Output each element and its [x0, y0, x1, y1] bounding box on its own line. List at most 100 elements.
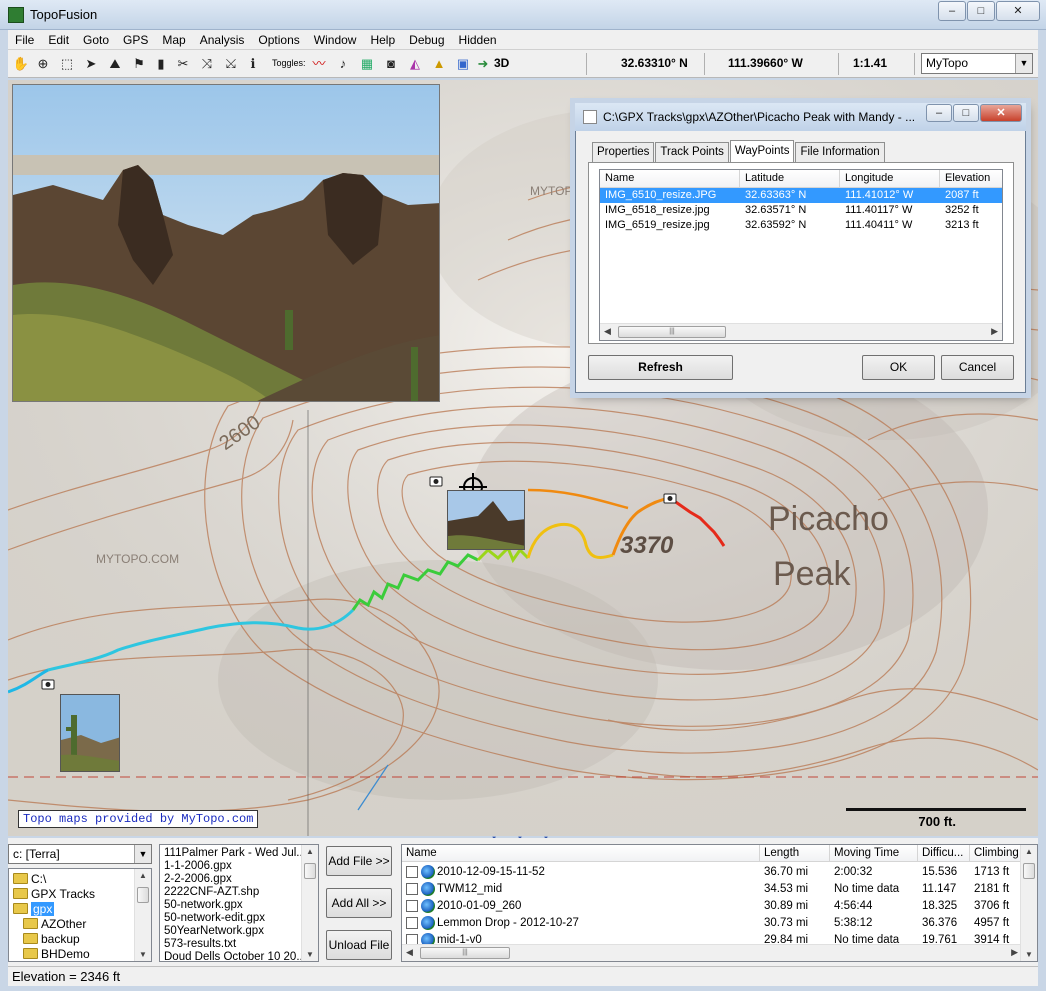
arrow-icon[interactable]: ➜: [474, 55, 492, 73]
track-table-hscrollbar[interactable]: ◀ ||| ▶: [402, 944, 1022, 961]
menu-debug[interactable]: Debug: [402, 33, 451, 47]
folder-tree[interactable]: C:\ GPX Tracks gpx AZOther backup BHDemo…: [8, 868, 152, 962]
tab-properties[interactable]: Properties: [592, 142, 655, 162]
list-item[interactable]: Doud Dells October 10 20...: [164, 951, 306, 961]
tab-track-points[interactable]: Track Points: [655, 142, 729, 162]
col-longitude[interactable]: Longitude: [840, 170, 940, 187]
scroll-thumb[interactable]: [304, 863, 316, 879]
col-name[interactable]: Name: [600, 170, 740, 187]
menu-help[interactable]: Help: [363, 33, 402, 47]
menu-hidden[interactable]: Hidden: [452, 33, 504, 47]
col-difficulty[interactable]: Difficu...: [918, 845, 970, 861]
list-item[interactable]: 1-1-2006.gpx: [164, 860, 232, 873]
table-row[interactable]: TWM12_mid 34.53 mi No time data 11.147 2…: [402, 880, 1022, 897]
minimize-button[interactable]: –: [938, 1, 966, 21]
scroll-right-icon[interactable]: ▶: [1011, 947, 1018, 958]
menu-map[interactable]: Map: [155, 33, 192, 47]
track-checkbox[interactable]: [406, 882, 418, 895]
menu-window[interactable]: Window: [307, 33, 364, 47]
track-table[interactable]: Name Length Moving Time Difficu... Climb…: [401, 844, 1038, 962]
scroll-down-icon[interactable]: ▼: [306, 950, 314, 959]
map-type-select[interactable]: MyTopo ▼: [921, 53, 1033, 74]
join-icon[interactable]: ⤨: [198, 55, 216, 73]
col-moving-time[interactable]: Moving Time: [830, 845, 918, 861]
scroll-down-icon[interactable]: ▼: [139, 950, 147, 959]
track-checkbox[interactable]: [406, 899, 418, 912]
tab-waypoints[interactable]: WayPoints: [729, 140, 795, 162]
list-item[interactable]: 111Palmer Park - Wed Jul...: [164, 847, 306, 860]
table-row[interactable]: Lemmon Drop - 2012-10-27 30.73 mi 5:38:1…: [402, 914, 1022, 931]
tree-item[interactable]: gpx: [13, 901, 55, 916]
terrain-toggle-icon[interactable]: ▲: [430, 55, 448, 73]
scroll-thumb[interactable]: |||: [420, 947, 510, 959]
list-item[interactable]: 2-2-2006.gpx: [164, 873, 232, 886]
zoom-icon[interactable]: ⊕: [34, 55, 52, 73]
tree-item[interactable]: GPX Tracks: [13, 886, 95, 901]
gps-toggle-icon[interactable]: ▣: [454, 55, 472, 73]
waypoint-icon[interactable]: ▮: [152, 55, 170, 73]
scroll-thumb[interactable]: |||: [618, 326, 726, 338]
scroll-left-icon[interactable]: ◀: [406, 947, 413, 958]
tree-item[interactable]: AZOther: [23, 916, 86, 931]
add-file-button[interactable]: Add File >>: [326, 846, 392, 876]
scroll-up-icon[interactable]: ▲: [306, 847, 314, 856]
cut-icon[interactable]: ✂: [174, 55, 192, 73]
grid-toggle-icon[interactable]: ▦: [358, 55, 376, 73]
scroll-up-icon[interactable]: ▲: [139, 871, 147, 880]
maximize-button[interactable]: □: [967, 1, 995, 21]
tab-file-information[interactable]: File Information: [795, 142, 885, 162]
list-item[interactable]: IMG_6510_resize.JPG 32.63363° N 111.4101…: [600, 188, 1002, 203]
folder-tree-scrollbar[interactable]: ▲ ▼: [134, 869, 151, 961]
table-row[interactable]: 2010-12-09-15-11-52 36.70 mi 2:00:32 15.…: [402, 863, 1022, 880]
unload-file-button[interactable]: Unload File: [326, 930, 392, 960]
info-icon[interactable]: ℹ: [244, 55, 262, 73]
tree-item[interactable]: backup: [23, 931, 80, 946]
select-icon[interactable]: ⬚: [58, 55, 76, 73]
scroll-thumb[interactable]: [1023, 863, 1035, 879]
horizontal-scrollbar[interactable]: ◀ ||| ▶: [600, 323, 1002, 340]
dialog-close-button[interactable]: ✕: [980, 104, 1022, 122]
ok-button[interactable]: OK: [862, 355, 935, 380]
menu-options[interactable]: Options: [251, 33, 306, 47]
close-button[interactable]: ✕: [996, 1, 1040, 21]
track-table-vscrollbar[interactable]: ▲ ▼: [1020, 845, 1037, 961]
dialog-minimize-button[interactable]: –: [926, 104, 952, 122]
scroll-left-icon[interactable]: ◀: [604, 326, 611, 337]
chevron-down-icon[interactable]: ▼: [134, 845, 151, 863]
list-item[interactable]: 50YearNetwork.gpx: [164, 925, 264, 938]
track-checkbox[interactable]: [406, 916, 418, 929]
file-list-scrollbar[interactable]: ▲ ▼: [301, 845, 318, 961]
table-row[interactable]: 2010-01-09_260 30.89 mi 4:56:44 18.325 3…: [402, 897, 1022, 914]
track-checkbox[interactable]: [406, 865, 418, 878]
list-item[interactable]: 573-results.txt: [164, 938, 236, 951]
menu-analysis[interactable]: Analysis: [193, 33, 252, 47]
file-list[interactable]: 111Palmer Park - Wed Jul... 1-1-2006.gpx…: [159, 844, 319, 962]
flag-icon[interactable]: ⚑: [130, 55, 148, 73]
pointer-icon[interactable]: ➤: [82, 55, 100, 73]
hand-icon[interactable]: ✋: [12, 55, 30, 73]
col-climbing[interactable]: Climbing: [970, 845, 1022, 861]
list-item[interactable]: 2222CNF-AZT.shp: [164, 886, 259, 899]
merge-icon[interactable]: ⤩: [222, 55, 240, 73]
list-item[interactable]: IMG_6518_resize.jpg 32.63571° N 111.4011…: [600, 203, 1002, 218]
trailhead-photo-thumbnail[interactable]: [60, 694, 120, 772]
3d-button[interactable]: 3D: [494, 56, 509, 70]
dialog-maximize-button[interactable]: □: [953, 104, 979, 122]
refresh-button[interactable]: Refresh: [588, 355, 733, 380]
list-item[interactable]: 50-network-edit.gpx: [164, 912, 265, 925]
scroll-up-icon[interactable]: ▲: [1025, 847, 1033, 856]
waypoint-toggle-icon[interactable]: ♪: [334, 55, 352, 73]
menu-file[interactable]: File: [8, 33, 41, 47]
add-all-button[interactable]: Add All >>: [326, 888, 392, 918]
chevron-down-icon[interactable]: ▼: [1015, 54, 1032, 73]
col-latitude[interactable]: Latitude: [740, 170, 840, 187]
col-elevation[interactable]: Elevation: [940, 170, 1002, 187]
list-item[interactable]: IMG_6519_resize.jpg 32.63592° N 111.4041…: [600, 218, 1002, 233]
scroll-right-icon[interactable]: ▶: [991, 326, 998, 337]
col-length[interactable]: Length: [760, 845, 830, 861]
track-toggle-icon[interactable]: 〰: [310, 55, 328, 73]
color-toggle-icon[interactable]: ◭: [406, 55, 424, 73]
cancel-button[interactable]: Cancel: [941, 355, 1014, 380]
drive-select[interactable]: c: [Terra] ▼: [8, 844, 152, 864]
col-track-name[interactable]: Name: [402, 845, 760, 861]
